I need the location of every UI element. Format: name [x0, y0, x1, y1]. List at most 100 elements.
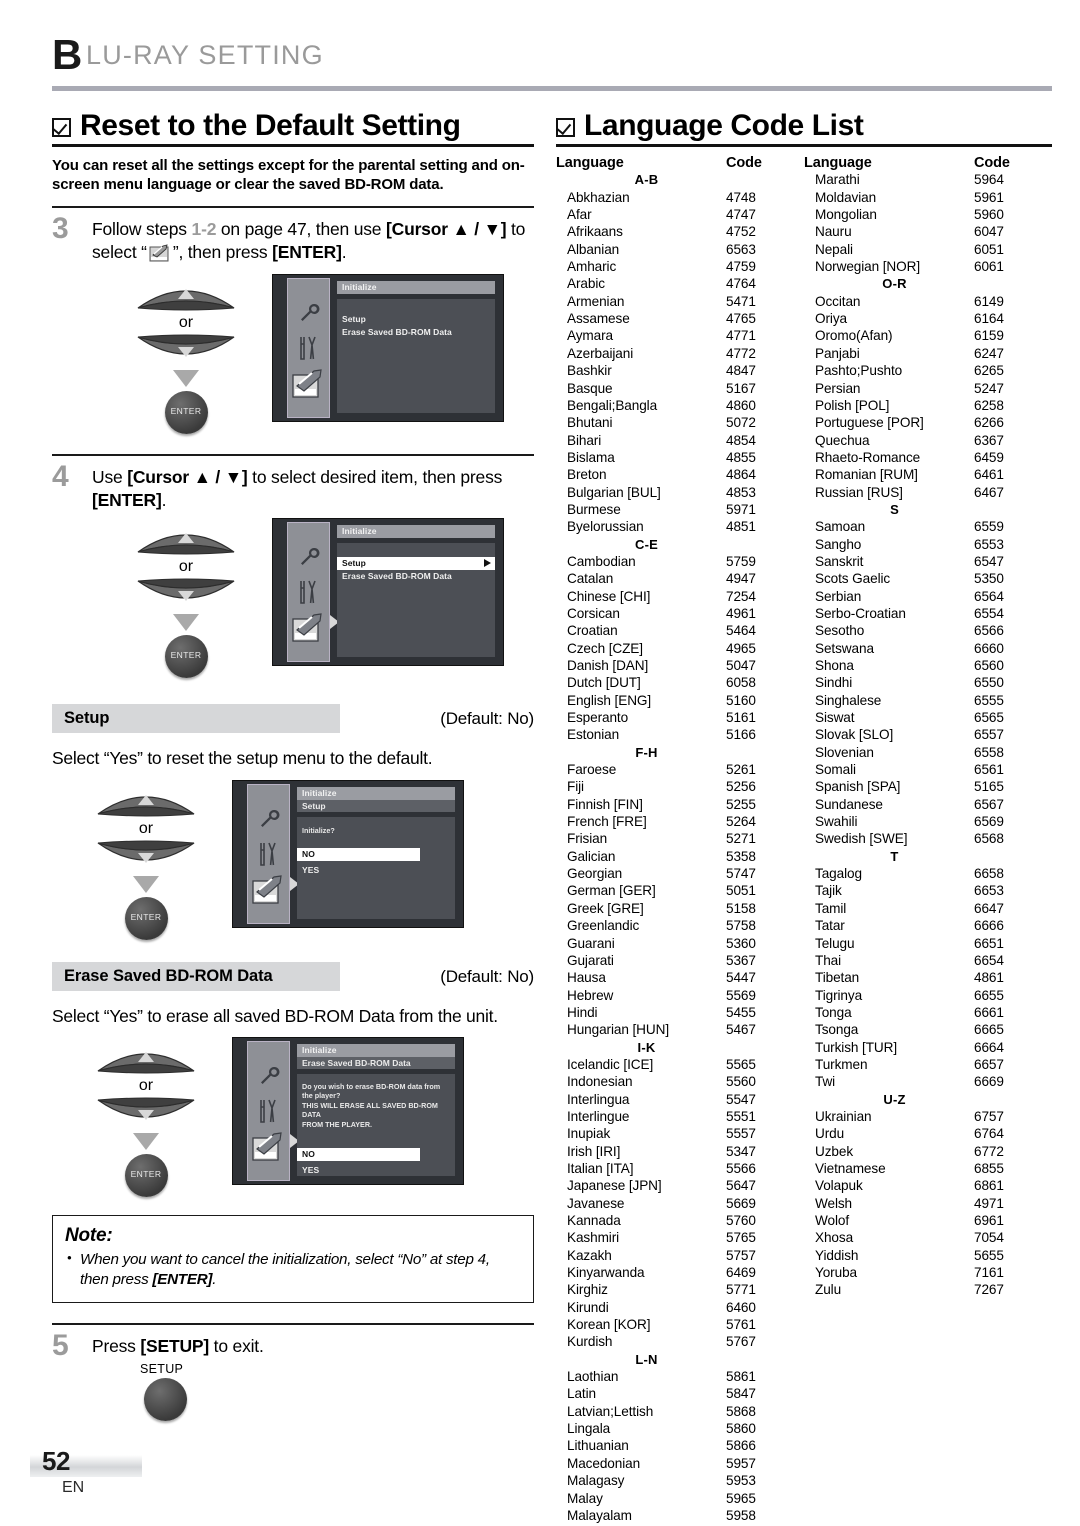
lang-code: 4772 — [726, 345, 756, 361]
cursor-keys-group-3: or ENTER — [130, 278, 242, 435]
cursor-up-key[interactable] — [134, 278, 238, 312]
s3-cursor: [Cursor ▲ / ▼] — [386, 219, 507, 240]
screen-option-yes-6[interactable]: YES — [297, 1161, 455, 1177]
lang-code: 6665 — [974, 1022, 1004, 1038]
lang-code: 5767 — [726, 1334, 756, 1350]
note-item-left: When you want to cancel the initializati… — [65, 1249, 521, 1291]
lang-row: Czech [CZE] 4965 — [556, 640, 804, 657]
lang-code: 4961 — [726, 605, 756, 621]
lang-row: Afar 4747 — [556, 206, 804, 223]
initialize-screen-icon-4 — [291, 613, 326, 648]
lang-code: 5247 — [974, 380, 1004, 396]
s4-pre: Use — [92, 467, 128, 488]
lang-code: 5165 — [974, 779, 1004, 795]
lang-name: Kurdish — [567, 1334, 613, 1350]
lang-name: Guarani — [567, 935, 615, 951]
lang-row: Gujarati 5367 — [556, 952, 804, 969]
lang-name: Czech [CZE] — [567, 640, 643, 656]
lang-code: 5261 — [726, 762, 756, 778]
setup-figure: or ENTER Initialize Setup Initialize? NO… — [52, 780, 534, 948]
lang-name: Malayalam — [567, 1507, 632, 1523]
lang-name: Portuguese [POR] — [815, 415, 924, 431]
lang-code: 4847 — [726, 363, 756, 379]
lang-row: Aymara 4771 — [556, 327, 804, 344]
lang-name: Malay — [567, 1490, 603, 1506]
cursor-down-key-6[interactable] — [94, 1096, 198, 1130]
cursor-up-key-4[interactable] — [134, 522, 238, 556]
lang-row: Malagasy 5953 — [556, 1472, 804, 1489]
enter-key-6[interactable]: ENTER — [124, 1153, 168, 1197]
screen-option-yes-5[interactable]: YES — [297, 861, 455, 877]
lang-header-code-2: Code — [974, 155, 1010, 172]
step-4-figure: or ENTER Initialize Setup Erase Saved BD… — [92, 518, 534, 686]
lang-row: Tamil 6647 — [804, 900, 1052, 917]
lang-code: 4771 — [726, 328, 756, 344]
lang-code: 5957 — [726, 1455, 756, 1471]
enter-key-3[interactable]: ENTER — [164, 391, 208, 435]
page-lang: EN — [62, 1479, 85, 1496]
lang-name: Zulu — [815, 1282, 842, 1298]
screen-item-erase-3[interactable]: Erase Saved BD-ROM Data — [337, 326, 495, 339]
lang-rows-1: A-B Abkhazian 4748 Afar 4747 Afrikaans 4752 Alb… — [556, 171, 804, 1526]
lang-row: Faroese 5261 — [556, 761, 804, 778]
lang-name: Slovenian — [815, 744, 874, 760]
lang-row: Bihari 4854 — [556, 432, 804, 449]
lang-code: 6567 — [974, 796, 1004, 812]
screen-item-setup-3[interactable]: Setup — [337, 313, 495, 326]
cursor-down-key-4[interactable] — [134, 577, 238, 611]
cursor-down-key[interactable] — [134, 333, 238, 367]
lang-header-2: Language Code — [804, 155, 1052, 171]
screen-item-erase-4[interactable]: Erase Saved BD-ROM Data — [337, 570, 495, 583]
lang-separator: A-B — [556, 171, 804, 188]
lang-name: Armenian — [567, 293, 625, 309]
lang-code: 6258 — [974, 397, 1004, 413]
lang-name: Tonga — [815, 1004, 852, 1020]
header-rule — [52, 86, 1052, 91]
lang-name: Irish [IRI] — [567, 1143, 621, 1159]
lang-row: Javanese 5669 — [556, 1195, 804, 1212]
lang-code: 6557 — [974, 727, 1004, 743]
down-arrow-icon — [173, 370, 199, 388]
lang-code: 6654 — [974, 952, 1004, 968]
s3-mid: on page 47, then use — [216, 219, 387, 240]
lang-name: Hebrew — [567, 987, 614, 1003]
lang-name: Aymara — [567, 328, 613, 344]
lang-code: 6661 — [974, 1004, 1004, 1020]
lang-code: 6647 — [974, 900, 1004, 916]
lang-code: 5455 — [726, 1004, 756, 1020]
enter-key-5[interactable]: ENTER — [124, 897, 168, 941]
wrench-icon — [297, 301, 321, 330]
lang-row: Vietnamese 6855 — [804, 1160, 1052, 1177]
lang-code: 4965 — [726, 640, 756, 656]
lang-row: Ukrainian 6757 — [804, 1108, 1052, 1125]
lang-name: Oromo(Afan) — [815, 328, 893, 344]
lang-name: Bhutani — [567, 415, 613, 431]
lang-name: Panjabi — [815, 345, 860, 361]
lang-name: Kirghiz — [567, 1282, 608, 1298]
lang-row: Russian [RUS] 6467 — [804, 484, 1052, 501]
initialize-screen-icon-5 — [251, 875, 286, 910]
enter-key-4[interactable]: ENTER — [164, 635, 208, 679]
lang-separator-label: U-Z — [883, 1091, 906, 1107]
lang-code: 5467 — [726, 1022, 756, 1038]
lang-name: Telugu — [815, 935, 855, 951]
lang-row: Burmese 5971 — [556, 501, 804, 518]
screen-item-setup-4[interactable]: Setup — [337, 557, 495, 571]
cursor-down-key-5[interactable] — [94, 839, 198, 873]
setup-key-button[interactable] — [144, 1377, 187, 1421]
lang-code: 6149 — [974, 293, 1004, 309]
lang-row: Basque 5167 — [556, 380, 804, 397]
lang-row: Nauru 6047 — [804, 223, 1052, 240]
cursor-up-key-6[interactable] — [94, 1041, 198, 1075]
screen-option-no-5[interactable]: NO — [297, 848, 421, 862]
lang-name: Occitan — [815, 293, 861, 309]
lang-row: Shona 6560 — [804, 657, 1052, 674]
lang-row: Persian 5247 — [804, 380, 1052, 397]
cursor-up-key-5[interactable] — [94, 784, 198, 818]
lang-code: 6669 — [974, 1074, 1004, 1090]
lang-separator-label: I-K — [637, 1039, 656, 1055]
lang-name: Greenlandic — [567, 918, 640, 934]
lang-row: Malayalam 5958 — [556, 1507, 804, 1524]
screen-option-no-6[interactable]: NO — [297, 1147, 421, 1161]
lang-row: Panjabi 6247 — [804, 345, 1052, 362]
